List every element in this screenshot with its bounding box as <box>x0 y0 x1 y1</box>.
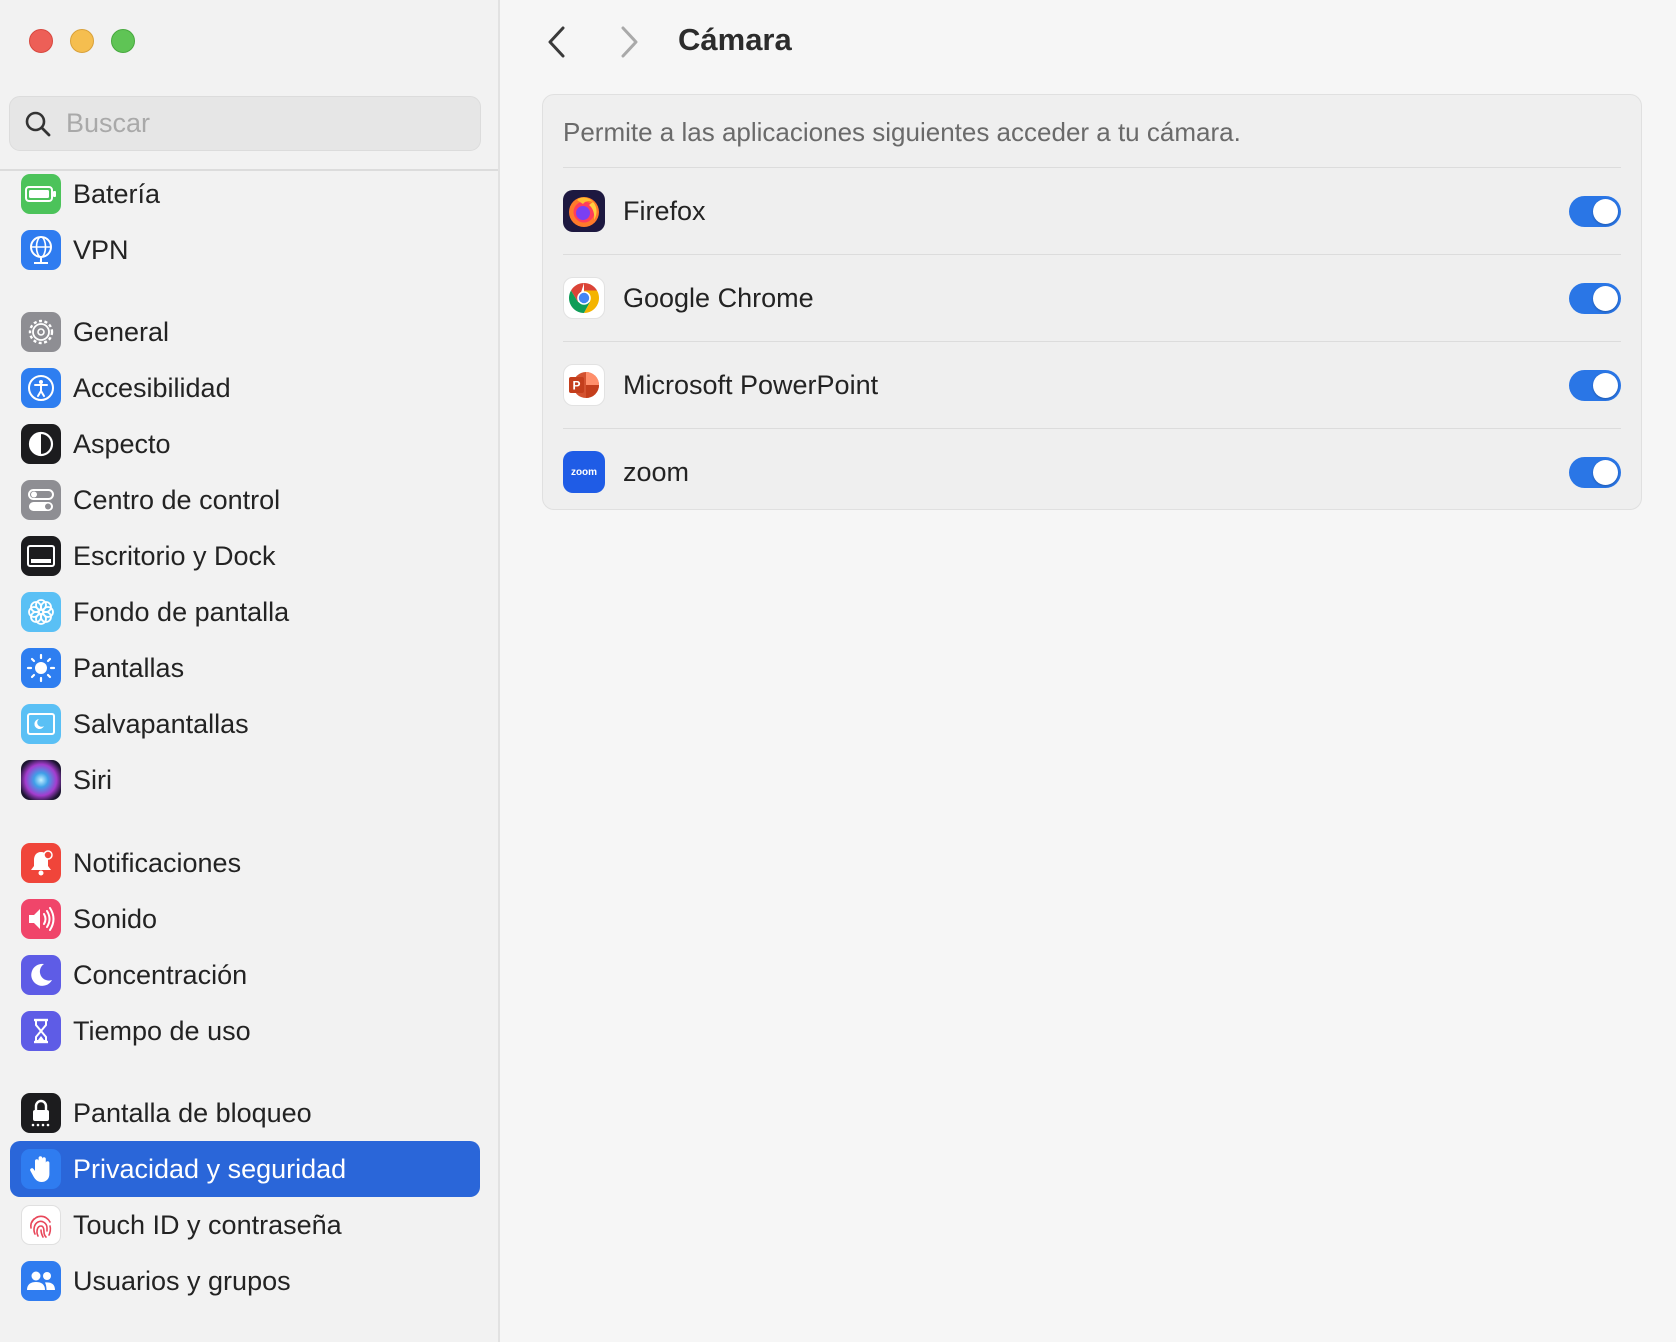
firefox-camera-toggle[interactable] <box>1569 195 1621 227</box>
window-controls <box>29 29 135 53</box>
toggle-knob <box>1593 285 1618 311</box>
zoom-icon-text: zoom <box>570 466 598 478</box>
sidebar-item-sonido[interactable]: Sonido <box>10 891 480 947</box>
sidebar-item-label: Concentración <box>73 959 248 990</box>
search-input[interactable] <box>64 107 448 140</box>
content-area: Cámara Permite a las aplicaciones siguie… <box>500 0 1676 1342</box>
sidebar-item-usuarios-y-grupos[interactable]: Usuarios y grupos <box>10 1253 480 1309</box>
sidebar-item-pantallas[interactable]: Pantallas <box>10 640 480 696</box>
sidebar-item-aspecto[interactable]: Aspecto <box>10 416 480 472</box>
sidebar-item-touch-id[interactable]: Touch ID y contraseña <box>10 1197 480 1253</box>
sidebar-item-notificaciones[interactable]: Notificaciones <box>10 835 480 891</box>
sidebar-item-fondo-de-pantalla[interactable]: Fondo de pantalla <box>10 584 480 640</box>
sidebar-item-centro-de-control[interactable]: Centro de control <box>10 472 480 528</box>
sidebar-item-label: Fondo de pantalla <box>73 596 290 627</box>
sidebar-item-accesibilidad[interactable]: Accesibilidad <box>10 360 480 416</box>
back-button[interactable] <box>540 24 574 60</box>
app-row-zoom: zoom zoom <box>563 429 1621 515</box>
app-row-powerpoint: P Microsoft PowerPoint <box>563 342 1621 428</box>
hand-icon <box>21 1149 61 1189</box>
powerpoint-camera-toggle[interactable] <box>1569 369 1621 401</box>
maximize-window-button[interactable] <box>111 29 135 53</box>
app-name: Microsoft PowerPoint <box>623 369 879 400</box>
chrome-camera-toggle[interactable] <box>1569 282 1621 314</box>
firefox-icon <box>563 190 605 232</box>
sidebar-item-label: Usuarios y grupos <box>73 1265 291 1296</box>
sidebar-item-label: Accesibilidad <box>73 372 231 403</box>
sidebar-item-tiempo-de-uso[interactable]: Tiempo de uso <box>10 1003 480 1059</box>
toggles-icon <box>21 480 61 520</box>
sun-icon <box>21 648 61 688</box>
zoom-icon: zoom <box>563 451 605 493</box>
lock-icon <box>21 1093 61 1133</box>
sidebar-item-label: Aspecto <box>73 428 171 459</box>
toggle-knob <box>1593 459 1618 485</box>
sidebar-item-label: Tiempo de uso <box>73 1015 251 1046</box>
sidebar-item-label: Salvapantallas <box>73 708 249 739</box>
screensaver-icon <box>21 704 61 744</box>
minimize-window-button[interactable] <box>70 29 94 53</box>
sidebar-item-label: Pantallas <box>73 652 185 683</box>
accessibility-icon <box>21 368 61 408</box>
sidebar-item-label: VPN <box>73 234 129 265</box>
chrome-icon <box>563 277 605 319</box>
sidebar-item-label: Centro de control <box>73 484 281 515</box>
sidebar-item-privacidad-y-seguridad[interactable]: Privacidad y seguridad <box>10 1141 480 1197</box>
toggle-knob <box>1593 198 1618 224</box>
flower-icon <box>21 592 61 632</box>
appearance-icon <box>21 424 61 464</box>
svg-text:P: P <box>572 379 580 393</box>
sidebar-item-label: Escritorio y Dock <box>73 540 276 571</box>
sidebar-item-escritorio-y-dock[interactable]: Escritorio y Dock <box>10 528 480 584</box>
app-name: Firefox <box>623 195 706 226</box>
battery-icon <box>21 174 61 214</box>
search-field[interactable] <box>9 96 481 151</box>
close-window-button[interactable] <box>29 29 53 53</box>
sidebar-item-salvapantallas[interactable]: Salvapantallas <box>10 696 480 752</box>
sidebar-item-label: Siri <box>73 764 112 795</box>
gear-icon <box>21 312 61 352</box>
sidebar-item-pantalla-de-bloqueo[interactable]: Pantalla de bloqueo <box>10 1085 480 1141</box>
chevron-left-icon <box>548 26 565 58</box>
search-icon <box>25 111 51 136</box>
fingerprint-icon <box>21 1205 61 1245</box>
sidebar-item-label: Touch ID y contraseña <box>73 1209 342 1240</box>
sidebar-item-label: Pantalla de bloqueo <box>73 1097 312 1128</box>
dock-icon <box>21 536 61 576</box>
sidebar-item-label: Privacidad y seguridad <box>73 1153 347 1184</box>
speaker-icon <box>21 899 61 939</box>
sidebar-item-concentracion[interactable]: Concentración <box>10 947 480 1003</box>
sidebar-item-label: Notificaciones <box>73 847 242 878</box>
sidebar-item-label: Sonido <box>73 903 158 934</box>
zoom-camera-toggle[interactable] <box>1569 456 1621 488</box>
moon-icon <box>21 955 61 995</box>
bell-icon <box>21 843 61 883</box>
app-row-chrome: Google Chrome <box>563 255 1621 341</box>
siri-icon <box>21 760 61 800</box>
hourglass-icon <box>21 1011 61 1051</box>
sidebar: Batería VPN General Accesibilidad <box>0 0 500 1342</box>
sidebar-item-bateria[interactable]: Batería <box>10 166 480 222</box>
panel-description: Permite a las aplicaciones siguientes ac… <box>563 117 1241 147</box>
forward-button[interactable] <box>612 24 646 60</box>
app-name: zoom <box>623 456 690 487</box>
sidebar-item-vpn[interactable]: VPN <box>10 222 480 278</box>
sidebar-item-siri[interactable]: Siri <box>10 752 480 808</box>
camera-access-panel: Permite a las aplicaciones siguientes ac… <box>542 94 1642 510</box>
sidebar-item-label: Batería <box>73 178 161 209</box>
page-title: Cámara <box>678 22 792 57</box>
app-row-firefox: Firefox <box>563 168 1621 254</box>
globe-icon <box>21 230 61 270</box>
toggle-knob <box>1593 372 1618 398</box>
powerpoint-icon: P <box>563 364 605 406</box>
sidebar-item-label: General <box>73 316 170 347</box>
sidebar-item-general[interactable]: General <box>10 304 480 360</box>
users-icon <box>21 1261 61 1301</box>
chevron-right-icon <box>621 26 638 58</box>
app-name: Google Chrome <box>623 282 814 313</box>
